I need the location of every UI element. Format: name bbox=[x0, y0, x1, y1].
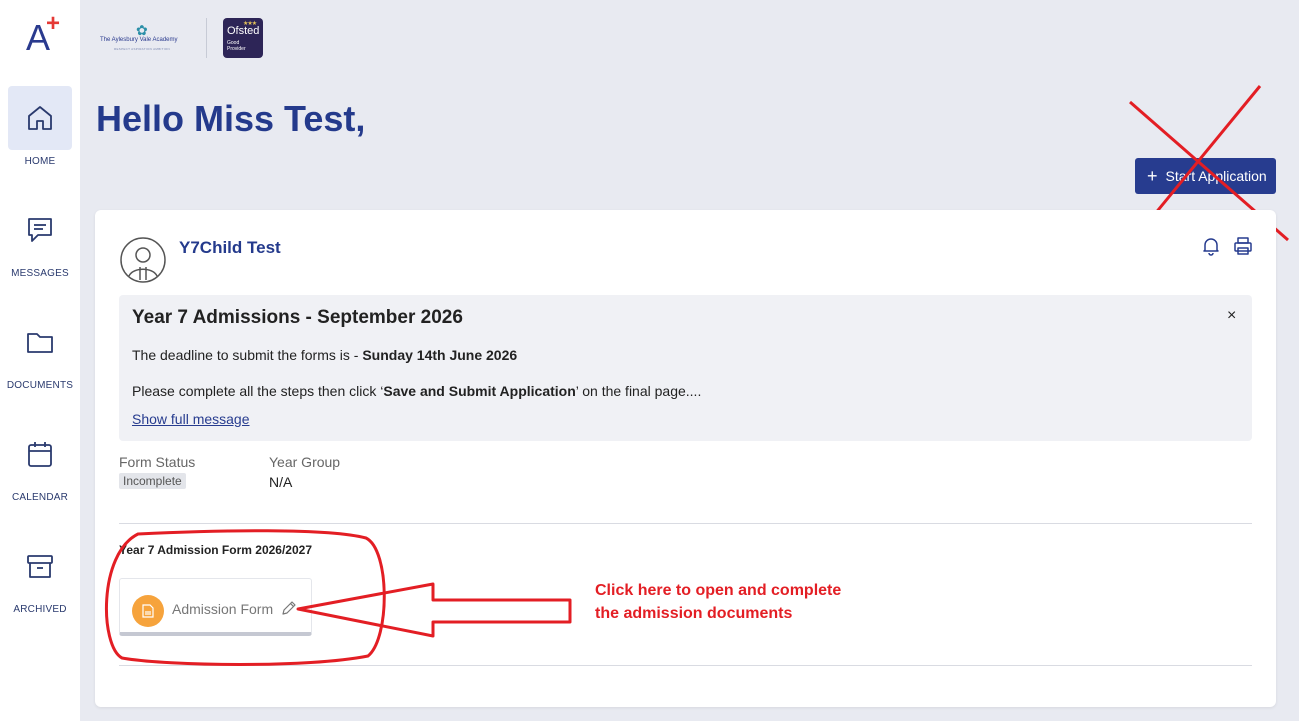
message-instructions: Please complete all the steps then click… bbox=[132, 383, 702, 399]
admission-form-tile[interactable]: Admission Form bbox=[119, 578, 312, 636]
document-icon bbox=[132, 595, 164, 627]
bell-icon[interactable] bbox=[1201, 236, 1221, 256]
start-application-label: Start Application bbox=[1165, 168, 1267, 184]
year-group-label: Year Group bbox=[269, 454, 341, 470]
message-title: Year 7 Admissions - September 2026 bbox=[132, 307, 463, 328]
start-application-button[interactable]: + Start Application bbox=[1135, 158, 1276, 194]
annotation-text: Click here to open and complete the admi… bbox=[595, 579, 841, 625]
printer-icon[interactable] bbox=[1233, 236, 1253, 256]
sidebar-item-calendar[interactable]: CALENDAR bbox=[0, 422, 80, 522]
school-logo: ✿ The Aylesbury Vale Academy RESPECT ASP… bbox=[100, 22, 190, 54]
ofsted-logo: ★★★ Ofsted Good Provider bbox=[223, 18, 263, 58]
home-icon bbox=[28, 106, 52, 130]
show-full-message-link[interactable]: Show full message bbox=[132, 411, 250, 427]
announcement-message: Year 7 Admissions - September 2026 × The… bbox=[119, 295, 1252, 441]
ofsted-name: Ofsted bbox=[227, 25, 260, 37]
sidebar-item-home[interactable]: HOME bbox=[0, 86, 80, 186]
status-badge: Incomplete bbox=[119, 473, 186, 489]
form-status-label: Form Status bbox=[119, 454, 196, 470]
sidebar-item-messages[interactable]: MESSAGES bbox=[0, 198, 80, 298]
sidebar-item-label: HOME bbox=[24, 156, 56, 167]
child-name[interactable]: Y7Child Test bbox=[179, 238, 281, 258]
sidebar-item-documents[interactable]: DOCUMENTS bbox=[0, 310, 80, 410]
child-application-card: Y7Child Test Year 7 Admissions - Septemb… bbox=[95, 210, 1276, 707]
page-title: Hello Miss Test, bbox=[96, 98, 366, 139]
avatar bbox=[120, 237, 166, 283]
message-icon bbox=[28, 218, 52, 242]
admission-form-label: Admission Form bbox=[172, 601, 274, 617]
sidebar-item-label: CALENDAR bbox=[11, 492, 69, 503]
divider bbox=[119, 523, 1252, 524]
app-logo[interactable]: A + bbox=[26, 12, 66, 58]
sidebar-item-label: MESSAGES bbox=[11, 268, 69, 279]
plus-icon: + bbox=[1147, 166, 1158, 186]
logo-divider bbox=[206, 18, 207, 58]
close-icon[interactable]: × bbox=[1227, 307, 1236, 325]
form-section-title: Year 7 Admission Form 2026/2027 bbox=[119, 543, 312, 557]
sidebar: A + HOME MESSAGES DOCUMENTS CALENDAR ARC… bbox=[0, 0, 80, 721]
calendar-icon bbox=[28, 442, 52, 467]
sidebar-item-archived[interactable]: ARCHIVED bbox=[0, 534, 80, 634]
sidebar-item-label: ARCHIVED bbox=[13, 604, 67, 615]
logo-plus: + bbox=[46, 10, 61, 37]
annotation-line2: the admission documents bbox=[595, 605, 793, 622]
school-tagline: RESPECT ASPIRATION AMBITION bbox=[114, 47, 170, 51]
folder-icon bbox=[27, 333, 53, 353]
sidebar-item-label: DOCUMENTS bbox=[6, 380, 74, 391]
message-deadline: The deadline to submit the forms is - Su… bbox=[132, 347, 518, 363]
deadline-date: Sunday 14th June 2026 bbox=[362, 347, 518, 363]
school-name: The Aylesbury Vale Academy bbox=[100, 37, 178, 43]
pencil-icon[interactable] bbox=[281, 600, 297, 616]
annotation-line1: Click here to open and complete bbox=[595, 582, 842, 599]
divider bbox=[119, 665, 1252, 666]
archive-icon bbox=[27, 555, 53, 578]
save-submit-emphasis: Save and Submit Application bbox=[383, 383, 576, 399]
year-group-value: N/A bbox=[269, 474, 293, 490]
ofsted-rating-line2: Provider bbox=[227, 46, 246, 52]
